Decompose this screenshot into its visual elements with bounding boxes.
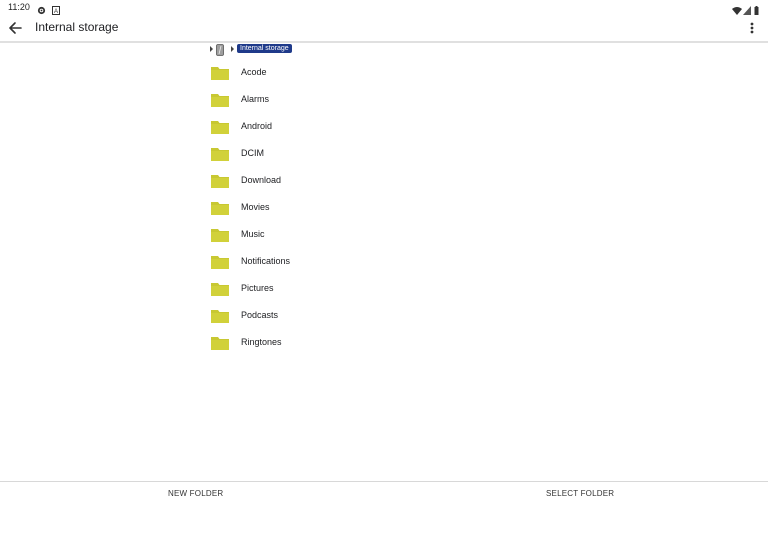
more-options-button[interactable]	[746, 19, 758, 37]
folder-icon	[211, 148, 229, 161]
folder-icon	[211, 202, 229, 215]
folder-item[interactable]: Movies	[211, 195, 411, 222]
folder-name: Movies	[241, 202, 270, 212]
folder-item[interactable]: Music	[211, 222, 411, 249]
app-bar-divider	[0, 41, 768, 43]
folder-icon	[211, 67, 229, 80]
folder-item[interactable]: Alarms	[211, 87, 411, 114]
folder-item[interactable]: DCIM	[211, 141, 411, 168]
chevron-right-icon	[231, 46, 234, 52]
folder-icon	[211, 337, 229, 350]
folder-item[interactable]: Download	[211, 168, 411, 195]
folder-icon	[211, 94, 229, 107]
folder-name: Alarms	[241, 94, 270, 104]
folder-name: Pictures	[241, 283, 274, 293]
folder-icon	[211, 121, 229, 134]
phone-storage-icon[interactable]	[216, 44, 224, 56]
folder-item[interactable]: Podcasts	[211, 303, 411, 330]
folder-item[interactable]: Pictures	[211, 276, 411, 303]
back-arrow-icon	[9, 22, 22, 34]
folder-name: Android	[241, 121, 273, 131]
chevron-right-icon	[210, 46, 213, 52]
folder-name: Download	[241, 175, 282, 185]
folder-name: Ringtones	[241, 337, 282, 347]
folder-icon	[211, 229, 229, 242]
more-vert-icon	[750, 22, 754, 34]
breadcrumb-current[interactable]: Internal storage	[237, 44, 292, 53]
folder-name: Music	[241, 229, 265, 239]
folder-item[interactable]: Acode	[211, 60, 411, 87]
folder-icon	[211, 283, 229, 296]
folder-name: Notifications	[241, 256, 291, 266]
folder-item[interactable]: Android	[211, 114, 411, 141]
select-folder-button[interactable]: SELECT FOLDER	[546, 489, 614, 498]
status-bar: 11:20 A	[0, 0, 768, 15]
folder-name: DCIM	[241, 148, 264, 158]
folder-item[interactable]: Notifications	[211, 249, 411, 276]
folder-item[interactable]: Ringtones	[211, 330, 411, 357]
bottom-divider	[0, 481, 768, 482]
folder-icon	[211, 310, 229, 323]
folder-name: Podcasts	[241, 310, 279, 320]
back-button[interactable]	[6, 19, 26, 37]
folder-icon	[211, 175, 229, 188]
folder-icon	[211, 256, 229, 269]
status-time: 11:20	[8, 2, 30, 12]
page-title: Internal storage	[35, 20, 119, 34]
app-bar: Internal storage	[0, 14, 768, 41]
folder-list: Acode Alarms Android DCIM Download Movie…	[211, 60, 411, 357]
folder-name: Acode	[241, 67, 267, 77]
new-folder-button[interactable]: NEW FOLDER	[168, 489, 223, 498]
